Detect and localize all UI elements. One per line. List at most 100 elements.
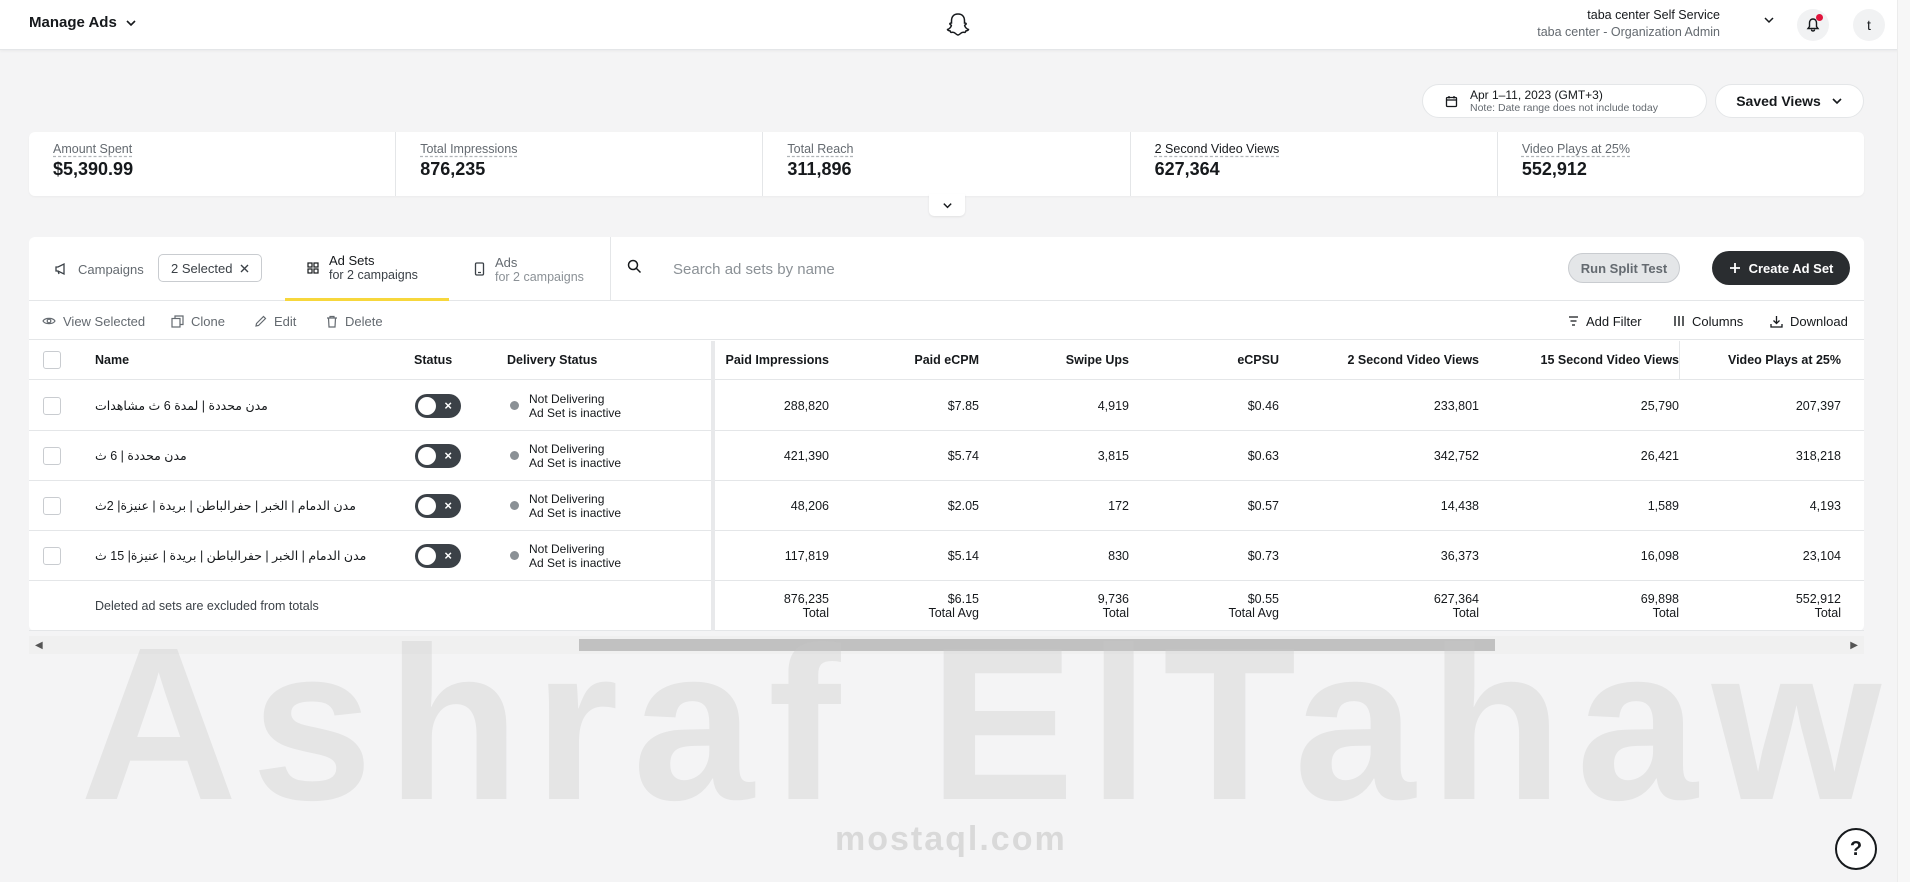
close-icon: × — [444, 447, 452, 463]
status-dot — [510, 401, 519, 410]
select-all-checkbox[interactable] — [43, 351, 61, 369]
total-video-15s: 69,898 Total — [1479, 581, 1679, 630]
stat-total-reach[interactable]: Total Reach 311,896 — [763, 132, 1131, 196]
total-value: 9,736 — [1097, 591, 1129, 606]
column-header-swipe-ups[interactable]: Swipe Ups — [999, 341, 1129, 379]
saved-views-button[interactable]: Saved Views — [1715, 84, 1864, 118]
table-row[interactable]: مدن الدمام | الخبر | حفرالباطن | بريدة |… — [29, 531, 1864, 581]
date-range-picker[interactable]: Apr 1–11, 2023 (GMT+3) Note: Date range … — [1422, 84, 1707, 118]
row-checkbox[interactable] — [43, 496, 61, 515]
search-input[interactable] — [673, 255, 1273, 283]
clone-button[interactable]: Clone — [171, 302, 225, 340]
status-toggle[interactable]: × — [415, 493, 461, 518]
column-header-ecpsu[interactable]: eCPSU — [1149, 341, 1279, 379]
notification-badge — [1816, 14, 1823, 21]
watermark-site: mostaql.com — [835, 820, 1067, 858]
snapchat-ghost-icon[interactable] — [944, 11, 972, 39]
edit-button[interactable]: Edit — [255, 302, 296, 340]
column-header-video-plays-25[interactable]: Video Plays at 25% — [1679, 341, 1841, 379]
table-row[interactable]: مدن محددة | لمدة 6 ث مشاهدات × Not Deliv… — [29, 381, 1864, 431]
organization-switcher[interactable]: taba center Self Service taba center - O… — [1537, 8, 1720, 39]
top-bar: Manage Ads taba center Self Service taba… — [0, 0, 1910, 50]
run-split-test-button[interactable]: Run Split Test — [1568, 253, 1680, 283]
create-ad-set-button[interactable]: Create Ad Set — [1712, 251, 1850, 285]
manage-ads-label: Manage Ads — [29, 14, 117, 31]
columns-icon — [1674, 316, 1684, 326]
table-row[interactable]: مدن الدمام | الخبر | حفرالباطن | بريدة |… — [29, 481, 1864, 531]
notifications-button[interactable] — [1797, 9, 1829, 41]
ad-sets-panel: Campaigns 2 Selected Ad Sets for 2 campa… — [29, 237, 1864, 631]
ad-set-name[interactable]: مدن محددة | 6 ث — [95, 431, 187, 480]
row-checkbox[interactable] — [43, 446, 61, 465]
avatar[interactable]: t — [1853, 9, 1885, 41]
total-value: 552,912 — [1795, 591, 1841, 606]
stat-video-plays-25[interactable]: Video Plays at 25% 552,912 — [1498, 132, 1864, 196]
tab-ad-sets-sub: for 2 campaigns — [329, 268, 418, 282]
ad-set-name[interactable]: مدن الدمام | الخبر | حفرالباطن | بريدة |… — [95, 481, 356, 530]
scroll-right-icon[interactable]: ▶ — [1850, 640, 1858, 651]
manage-ads-menu[interactable]: Manage Ads — [29, 14, 137, 31]
column-header-paid-ecpm[interactable]: Paid eCPM — [849, 341, 979, 379]
stat-2-second-video-views[interactable]: 2 Second Video Views 627,364 — [1131, 132, 1498, 196]
chevron-down-icon — [126, 19, 136, 26]
stat-value: $5,390.99 — [53, 159, 134, 179]
ad-set-name[interactable]: مدن محددة | لمدة 6 ث مشاهدات — [95, 381, 268, 430]
stats-summary: Amount Spent $5,390.99 Total Impressions… — [29, 132, 1864, 196]
plus-icon — [1729, 263, 1740, 273]
ecpsu: $0.46 — [1247, 398, 1279, 413]
close-icon: × — [444, 497, 452, 513]
ecpsu: $0.73 — [1247, 548, 1279, 563]
ecpsu: $0.63 — [1247, 448, 1279, 463]
close-icon[interactable] — [240, 264, 249, 273]
delete-button[interactable]: Delete — [326, 302, 383, 340]
column-header-2s-video-views[interactable]: 2 Second Video Views — [1279, 341, 1479, 379]
filter-icon — [1569, 316, 1578, 326]
delivery-reason: Ad Set is inactive — [529, 505, 622, 520]
tab-ad-sets[interactable]: Ad Sets for 2 campaigns — [285, 237, 449, 301]
scrollbar-thumb[interactable] — [579, 639, 1495, 651]
table-row[interactable]: مدن محددة | 6 ث × Not Delivering Ad Set i… — [29, 431, 1864, 481]
download-button[interactable]: Download — [1770, 302, 1848, 340]
tab-ads[interactable]: Ads for 2 campaigns — [474, 237, 584, 301]
column-header-delivery[interactable]: Delivery Status — [507, 341, 597, 379]
columns-button[interactable]: Columns — [1673, 302, 1743, 340]
pencil-icon — [255, 315, 267, 327]
clone-label: Clone — [191, 313, 225, 329]
row-checkbox[interactable] — [43, 546, 61, 565]
total-label: Total — [1452, 605, 1479, 620]
table-horizontal-scrollbar[interactable]: ◀ ▶ — [29, 636, 1864, 654]
swipe-ups: 4,919 — [1097, 398, 1129, 413]
stat-total-impressions[interactable]: Total Impressions 876,235 — [396, 132, 764, 196]
tab-campaigns[interactable]: Campaigns — [54, 237, 144, 301]
stat-amount-spent[interactable]: Amount Spent $5,390.99 — [29, 132, 397, 196]
status-toggle[interactable]: × — [415, 393, 461, 418]
status-toggle[interactable]: × — [415, 543, 461, 568]
help-button[interactable]: ? — [1835, 828, 1877, 870]
stat-label: Total Reach — [787, 142, 854, 156]
delivery-status-cell: Not Delivering Ad Set is inactive — [510, 431, 621, 480]
column-header-paid-impressions[interactable]: Paid Impressions — [689, 341, 829, 379]
total-plays-25: 552,912 Total — [1679, 581, 1841, 630]
total-value: $6.15 — [947, 591, 979, 606]
view-selected-label: View Selected — [63, 313, 146, 329]
toggle-knob — [418, 446, 436, 465]
ad-set-name[interactable]: مدن الدمام | الخبر | حفرالباطن | بريدة |… — [95, 531, 366, 580]
view-selected-button[interactable]: View Selected — [42, 302, 145, 340]
grid-icon — [307, 261, 319, 274]
column-header-status[interactable]: Status — [414, 341, 452, 379]
status-toggle[interactable]: × — [415, 443, 461, 468]
row-checkbox[interactable] — [43, 396, 61, 415]
selected-campaigns-chip[interactable]: 2 Selected — [158, 254, 263, 282]
status-dot — [510, 451, 519, 460]
column-header-15s-video-views[interactable]: 15 Second Video Views — [1479, 341, 1680, 379]
page-vertical-scrollbar[interactable] — [1897, 0, 1910, 882]
column-header-name[interactable]: Name — [95, 341, 129, 379]
total-value: 627,364 — [1433, 591, 1479, 606]
scroll-left-icon[interactable]: ◀ — [35, 640, 43, 651]
add-filter-button[interactable]: Add Filter — [1568, 302, 1642, 340]
video-2s: 14,438 — [1440, 498, 1479, 513]
megaphone-icon — [55, 262, 65, 276]
chevron-down-icon[interactable] — [1763, 14, 1775, 26]
expand-stats-button[interactable] — [929, 194, 965, 216]
total-label: Total — [1652, 605, 1679, 620]
